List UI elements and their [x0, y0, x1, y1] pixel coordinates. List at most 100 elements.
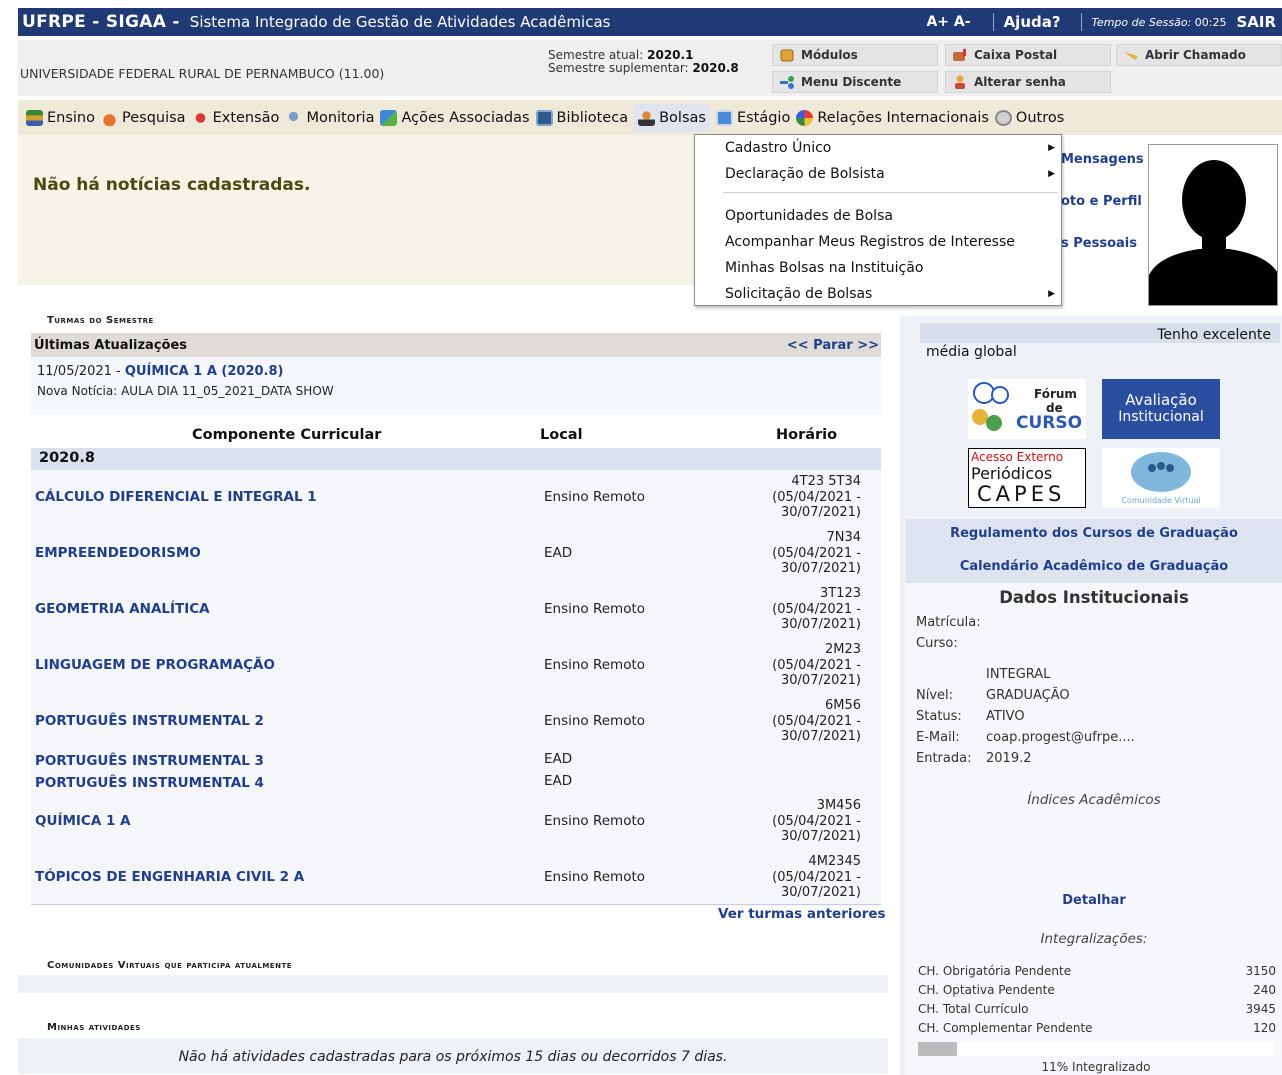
- foto-perfil-link[interactable]: oto e Perfil: [1061, 194, 1142, 209]
- schedule-line: (05/04/2021 -: [772, 713, 861, 729]
- dropdown-item-solicitacao[interactable]: Solicitação de Bolsas: [725, 286, 872, 302]
- user-silhouette-icon: [1149, 160, 1277, 305]
- comunidade-label: Comunidade Virtual: [1121, 496, 1201, 505]
- exit-button[interactable]: SAIR: [1236, 13, 1276, 31]
- university-name: UNIVERSIDADE FEDERAL RURAL DE PERNAMBUCO…: [20, 66, 385, 81]
- schedule-line: 30/07/2021): [781, 729, 861, 744]
- detalhar-link[interactable]: Detalhar: [906, 893, 1282, 908]
- alterar-senha-button[interactable]: Alterar senha: [945, 71, 1111, 93]
- capes-label-1: Acesso Externo: [971, 450, 1064, 464]
- top-bar: UFRPE - SIGAA - Sistema Integrado de Ges…: [18, 8, 1282, 36]
- capes-label-2: Periódicos: [971, 464, 1053, 483]
- updates-header: Últimas Atualizações << Parar >>: [31, 333, 881, 357]
- table-row: EMPREENDEDORISMO EAD 7N34 (05/04/2021 -30/0…: [31, 526, 881, 582]
- monitor-user-icon: [285, 109, 303, 126]
- schedule-line: 30/07/2021): [781, 673, 861, 688]
- dados-pessoais-link[interactable]: s Pessoais: [1061, 236, 1137, 251]
- email-value: coap.progest@ufrpe....: [986, 730, 1135, 745]
- modulos-button[interactable]: Módulos: [772, 44, 938, 66]
- menu-extensao[interactable]: Extensão: [191, 109, 279, 126]
- integralizacao-progress-bar: [918, 1042, 1274, 1056]
- ver-turmas-anteriores-link[interactable]: Ver turmas anteriores: [718, 906, 886, 922]
- session-time: 00:25: [1194, 15, 1227, 29]
- course-local: Ensino Remoto: [544, 713, 646, 729]
- course-name-link[interactable]: LINGUAGEM DE PROGRAMAÇÃO: [35, 657, 275, 673]
- section-title-atividades: Minhas atividades: [47, 1022, 141, 1033]
- dropdown-item-declaracao[interactable]: Declaração de Bolsista: [725, 166, 885, 182]
- course-name-link[interactable]: CÁLCULO DIFERENCIAL E INTEGRAL 1: [35, 489, 317, 505]
- schedule-line: 4T23 5T34: [791, 474, 861, 489]
- menu-acoes-associadas[interactable]: Ações Associadas: [380, 109, 530, 126]
- table-row: PORTUGUÊS INSTRUMENTAL 3 EAD: [31, 750, 881, 772]
- update-date: 11/05/2021 -: [37, 364, 121, 379]
- menu-outros[interactable]: Outros: [994, 109, 1065, 126]
- ch-value: 3945: [1245, 1002, 1276, 1016]
- dropdown-item-acompanhar[interactable]: Acompanhar Meus Registros de Interesse: [725, 234, 1015, 250]
- updates-pager[interactable]: << Parar >>: [787, 338, 879, 353]
- update-course-link[interactable]: QUÍMICA 1 A (2020.8): [125, 364, 284, 379]
- atividades-panel: Não há atividades cadastradas para os pr…: [18, 1038, 888, 1074]
- font-decrease-button[interactable]: A-: [954, 14, 971, 30]
- forum-label-3: CURSO: [1016, 413, 1083, 433]
- menu-outros-label: Outros: [1015, 109, 1065, 126]
- help-link[interactable]: Ajuda?: [1004, 13, 1061, 31]
- semester-group-row: 2020.8: [31, 448, 881, 470]
- course-name-link[interactable]: QUÍMICA 1 A: [35, 813, 131, 829]
- schedule-line: (05/04/2021 -: [772, 601, 861, 617]
- font-increase-button[interactable]: A+: [926, 14, 949, 30]
- mensagens-link[interactable]: Mensagens: [1061, 152, 1144, 167]
- course-name-link[interactable]: PORTUGUÊS INSTRUMENTAL 3: [35, 753, 264, 769]
- menu-bolsas[interactable]: Bolsas: [634, 103, 710, 132]
- capes-label-3: CAPES: [977, 482, 1066, 506]
- update-news[interactable]: Nova Notícia: AULA DIA 11_05_2021_DATA S…: [37, 384, 334, 398]
- menu-ensino[interactable]: Ensino: [26, 109, 95, 126]
- course-name-link[interactable]: EMPREENDEDORISMO: [35, 545, 201, 561]
- periodicos-capes-logo[interactable]: Acesso Externo Periódicos CAPES: [968, 448, 1086, 508]
- calendario-link[interactable]: Calendário Acadêmico de Graduação: [906, 559, 1282, 574]
- regulamento-link[interactable]: Regulamento dos Cursos de Graduação: [906, 526, 1282, 541]
- avaliacao-institucional-logo[interactable]: Avaliação Institucional: [1102, 379, 1220, 439]
- header-local: Local: [540, 427, 583, 443]
- font-size-controls: A+ A-: [926, 14, 970, 30]
- menu-estagio-label: Estágio: [736, 109, 791, 126]
- puzzle-icon: [380, 109, 398, 126]
- semester-value: 2020.1: [647, 48, 694, 62]
- schedule-line: (05/04/2021 -: [772, 657, 861, 673]
- ch-value: 3150: [1245, 964, 1276, 978]
- brand-title[interactable]: UFRPE - SIGAA -: [22, 12, 180, 32]
- menu-relacoes-label: Relações Internacionais: [817, 109, 989, 126]
- menu-pesquisa[interactable]: Pesquisa: [101, 109, 186, 126]
- dropdown-item-oportunidades[interactable]: Oportunidades de Bolsa: [725, 208, 893, 224]
- course-schedule: 4M2345 (05/04/2021 -30/07/2021): [731, 854, 861, 901]
- ch-row: CH. Optativa Pendente 240: [918, 983, 1276, 997]
- dropdown-item-cadastro-unico[interactable]: Cadastro Único: [725, 140, 831, 156]
- caixa-postal-button[interactable]: Caixa Postal: [945, 44, 1111, 66]
- divider: [992, 13, 994, 31]
- menu-estagio[interactable]: Estágio: [715, 109, 791, 126]
- course-schedule: 3M456 (05/04/2021 -30/07/2021): [731, 798, 861, 845]
- ch-value: 240: [1253, 983, 1276, 997]
- course-name-link[interactable]: PORTUGUÊS INSTRUMENTAL 2: [35, 713, 264, 729]
- integralizacao-progress-fill: [918, 1042, 957, 1056]
- course-local: Ensino Remoto: [544, 813, 646, 829]
- abrir-chamado-button[interactable]: Abrir Chamado: [1116, 44, 1282, 66]
- course-name-link[interactable]: TÓPICOS DE ENGENHARIA CIVIL 2 A: [35, 869, 304, 885]
- course-name-link[interactable]: GEOMETRIA ANALÍTICA: [35, 601, 210, 617]
- course-name-link[interactable]: PORTUGUÊS INSTRUMENTAL 4: [35, 775, 264, 791]
- header-horario: Horário: [776, 427, 838, 443]
- dropdown-item-minhas-bolsas[interactable]: Minhas Bolsas na Instituição: [725, 260, 923, 276]
- menu-monitoria[interactable]: Monitoria: [285, 109, 374, 126]
- menu-relacoes-internacionais[interactable]: Relações Internacionais: [796, 109, 989, 126]
- curso-value: INTEGRAL: [986, 667, 1051, 682]
- menu-pesquisa-label: Pesquisa: [122, 109, 186, 126]
- forum-curso-logo[interactable]: Fórum de CURSO: [968, 379, 1086, 439]
- ch-value: 120: [1253, 1021, 1276, 1035]
- heart-hands-icon: [191, 109, 209, 126]
- user-icon: [638, 109, 656, 126]
- menu-icon: [779, 75, 795, 89]
- library-icon: [535, 109, 553, 126]
- menu-discente-button[interactable]: Menu Discente: [772, 71, 938, 93]
- comunidade-virtual-logo[interactable]: Comunidade Virtual: [1102, 448, 1220, 508]
- menu-biblioteca[interactable]: Biblioteca: [535, 109, 628, 126]
- supp-semester-value: 2020.8: [692, 61, 739, 75]
